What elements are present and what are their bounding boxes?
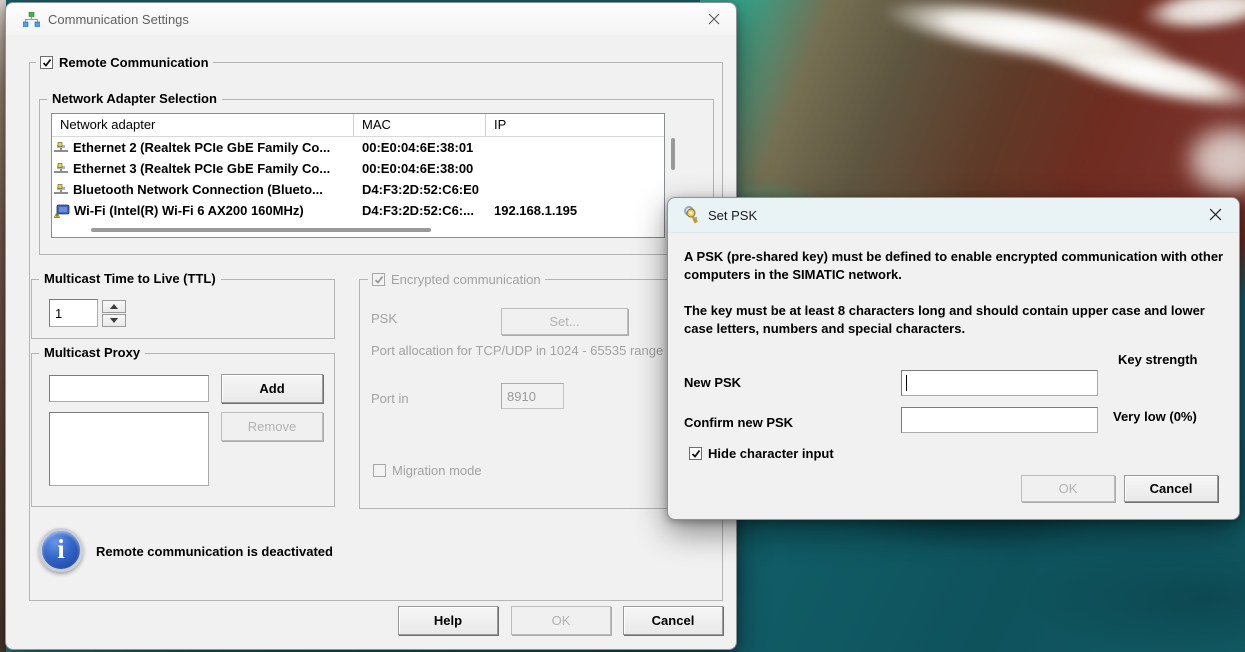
help-button[interactable]: Help xyxy=(398,606,498,635)
new-psk-input[interactable] xyxy=(901,370,1098,396)
spinner-down-button[interactable] xyxy=(102,314,126,327)
remote-communication-label: Remote Communication xyxy=(59,55,209,70)
multicast-proxy-list[interactable] xyxy=(49,412,209,486)
network-adapter-table: Network adapter MAC IP Ethernet 2 (Realt… xyxy=(51,113,665,238)
checkmark-icon xyxy=(374,275,384,285)
migration-mode-label: Migration mode xyxy=(392,463,482,478)
adapter-mac: D4:F3:2D:52:C6:E0 xyxy=(354,182,486,197)
port-in-label: Port in xyxy=(371,391,409,406)
column-header-mac[interactable]: MAC xyxy=(354,114,486,136)
remove-button: Remove xyxy=(221,412,323,441)
psk-requirements-text: The key must be at least 8 characters lo… xyxy=(684,302,1229,338)
column-header-ip[interactable]: IP xyxy=(486,114,662,136)
close-icon[interactable] xyxy=(1203,203,1227,225)
close-icon[interactable] xyxy=(702,8,726,30)
vertical-scrollbar[interactable] xyxy=(671,138,675,170)
key-strength-label: Key strength xyxy=(1118,352,1197,367)
column-header-network-adapter[interactable]: Network adapter xyxy=(52,114,354,136)
table-row[interactable]: Ethernet 3 (Realtek PCIe GbE Family Co..… xyxy=(52,158,664,179)
hide-character-input-row: Hide character input xyxy=(685,446,838,461)
adapter-name: Ethernet 2 (Realtek PCIe GbE Family Co..… xyxy=(73,140,330,155)
cancel-button[interactable]: Cancel xyxy=(1124,475,1218,502)
dialog-title: Set PSK xyxy=(708,208,757,223)
set-psk-dialog: Set PSK A PSK (pre-shared key) must be d… xyxy=(667,197,1240,520)
set-psk-button: Set... xyxy=(501,308,628,335)
spinner-up-button[interactable] xyxy=(102,300,126,313)
title-bar[interactable]: Set PSK xyxy=(668,198,1239,233)
table-row[interactable]: Bluetooth Network Connection (Blueto... … xyxy=(52,179,664,200)
key-strength-value: Very low (0%) xyxy=(1113,409,1197,424)
add-button[interactable]: Add xyxy=(221,374,323,403)
ok-button: OK xyxy=(511,606,611,635)
adapter-ip: 192.168.1.195 xyxy=(486,203,664,218)
ethernet-adapter-icon xyxy=(54,141,69,154)
table-row[interactable]: Ethernet 2 (Realtek PCIe GbE Family Co..… xyxy=(52,137,664,158)
network-adapter-group-label: Network Adapter Selection xyxy=(47,91,222,106)
cancel-button[interactable]: Cancel xyxy=(623,606,723,635)
adapter-mac: 00:E0:04:6E:38:01 xyxy=(354,140,486,155)
ethernet-adapter-icon xyxy=(54,162,69,175)
remote-communication-checkbox[interactable] xyxy=(40,56,53,69)
hide-character-input-checkbox[interactable] xyxy=(689,447,702,460)
multicast-proxy-input[interactable] xyxy=(49,375,209,402)
table-row[interactable]: Wi-Fi (Intel(R) Wi-Fi 6 AX200 160MHz) D4… xyxy=(52,200,664,221)
confirm-psk-label: Confirm new PSK xyxy=(684,415,793,430)
psk-label: PSK xyxy=(371,311,397,326)
status-text: Remote communication is deactivated xyxy=(96,544,333,559)
network-icon xyxy=(23,12,40,27)
ttl-spinner xyxy=(102,300,126,328)
info-icon: i xyxy=(39,528,83,572)
dialog-title: Communication Settings xyxy=(48,12,189,27)
ttl-input[interactable] xyxy=(49,299,98,327)
encrypted-communication-label: Encrypted communication xyxy=(391,272,541,287)
wifi-warning-icon xyxy=(54,204,70,218)
communication-settings-dialog: Communication Settings Remote Communicat… xyxy=(5,2,737,650)
multicast-ttl-label: Multicast Time to Live (TTL) xyxy=(39,271,221,286)
confirm-psk-input[interactable] xyxy=(901,407,1098,433)
horizontal-scrollbar[interactable] xyxy=(91,228,431,232)
adapter-name: Wi-Fi (Intel(R) Wi-Fi 6 AX200 160MHz) xyxy=(74,203,304,218)
encrypted-communication-checkbox xyxy=(372,273,385,286)
multicast-proxy-label: Multicast Proxy xyxy=(39,345,145,360)
keys-icon xyxy=(682,205,702,225)
bluetooth-adapter-icon xyxy=(54,183,69,196)
port-in-input xyxy=(501,383,564,409)
text-caret xyxy=(906,375,907,391)
port-allocation-note: Port allocation for TCP/UDP in 1024 - 65… xyxy=(371,343,663,358)
new-psk-label: New PSK xyxy=(684,375,741,390)
adapter-name: Bluetooth Network Connection (Blueto... xyxy=(73,182,323,197)
wave-foam xyxy=(1180,120,1245,200)
checkmark-icon xyxy=(691,449,701,459)
hide-character-input-label: Hide character input xyxy=(708,446,834,461)
adapter-name: Ethernet 3 (Realtek PCIe GbE Family Co..… xyxy=(73,161,330,176)
ok-button: OK xyxy=(1021,475,1115,502)
adapter-mac: D4:F3:2D:52:C6:... xyxy=(354,203,486,218)
psk-intro-text: A PSK (pre-shared key) must be defined t… xyxy=(684,248,1229,284)
adapter-mac: 00:E0:04:6E:38:00 xyxy=(354,161,486,176)
checkmark-icon xyxy=(42,58,52,68)
title-bar[interactable]: Communication Settings xyxy=(6,3,736,35)
migration-mode-row: Migration mode xyxy=(369,463,486,478)
table-header: Network adapter MAC IP xyxy=(52,114,664,137)
migration-mode-checkbox xyxy=(373,464,386,477)
